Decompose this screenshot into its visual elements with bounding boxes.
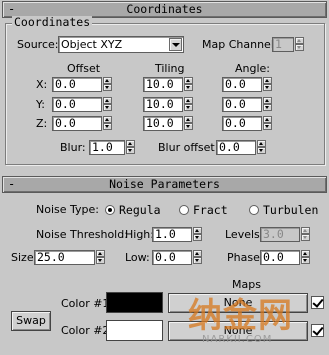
size-field[interactable]: 25.0 [34,250,95,265]
blur-offset-label: Blur offset: [158,141,219,154]
angle-y-spinner[interactable] [263,97,272,112]
offset-y-field[interactable]: 0.0 [52,97,102,112]
low-label: Low: [125,251,150,264]
tiling-x-spinner[interactable] [184,77,193,92]
noise-type-label: Noise Type: [36,203,99,216]
color2-swatch[interactable] [106,320,163,341]
source-dropdown[interactable]: Object XYZ [58,36,184,53]
source-label: Source: [17,38,59,51]
blur-label: Blur: [60,141,86,154]
offset-z-spinner[interactable] [103,116,112,131]
blur-offset-spinner[interactable] [257,140,266,155]
angle-x-spinner[interactable] [263,77,272,92]
angle-y-field[interactable]: 0.0 [222,97,262,112]
levels-field[interactable]: 3.0 [260,227,300,242]
angle-z-spinner[interactable] [263,116,272,131]
offset-z-field[interactable]: 0.0 [52,116,102,131]
size-spinner[interactable] [96,250,105,265]
levels-label: Levels: [225,228,264,241]
noise-type-turbulence-label[interactable]: Turbulen [263,203,318,217]
tiling-x-field[interactable]: 10.0 [143,77,183,92]
swap-button[interactable]: Swap [11,311,51,331]
phase-label: Phase: [227,251,264,264]
low-field[interactable]: 0.0 [152,250,192,265]
noise-type-regular-radio[interactable] [105,205,115,215]
noise-parameters-rollout-header[interactable]: - Noise Parameters [2,176,327,193]
tiling-column-header: Tiling [155,62,185,75]
rollout-title: Noise Parameters [109,177,220,191]
tiling-y-spinner[interactable] [184,97,193,112]
angle-z-field[interactable]: 0.0 [222,116,262,131]
offset-y-spinner[interactable] [103,97,112,112]
color1-label: Color #1 [61,297,110,310]
offset-x-spinner[interactable] [103,77,112,92]
map1-button[interactable]: None [168,293,308,313]
axis-z-label: Z: [36,117,48,130]
phase-spinner[interactable] [301,250,310,265]
source-value: Object XYZ [61,38,123,51]
low-spinner[interactable] [193,250,202,265]
noise-type-fractal-label[interactable]: Fract [193,203,228,217]
noise-threshold-label: Noise Threshold: [36,228,128,241]
color1-swatch[interactable] [106,292,163,313]
map-channel-field[interactable]: 1 [272,37,294,52]
tiling-z-field[interactable]: 10.0 [143,116,183,131]
map2-button[interactable]: None [168,321,308,341]
blur-spinner[interactable] [126,140,135,155]
high-label: High: [125,228,154,241]
map-channel-spinner[interactable] [295,37,304,52]
group-label: Coordinates [12,15,93,29]
offset-column-header: Offset [67,62,101,75]
map1-enable-checkbox[interactable] [311,296,324,309]
axis-x-label: X: [36,78,48,91]
map-channel-label: Map Channel: [202,38,278,51]
map2-enable-checkbox[interactable] [311,324,324,337]
tiling-y-field[interactable]: 10.0 [143,97,183,112]
blur-offset-field[interactable]: 0.0 [216,140,256,155]
levels-spinner[interactable] [301,227,310,242]
noise-type-fractal-radio[interactable] [179,205,189,215]
phase-field[interactable]: 0.0 [260,250,300,265]
angle-column-header: Angle: [235,62,271,75]
tiling-z-spinner[interactable] [184,116,193,131]
chevron-down-icon[interactable] [169,38,182,51]
noise-type-regular-label[interactable]: Regula [119,203,161,217]
high-spinner[interactable] [193,227,202,242]
offset-x-field[interactable]: 0.0 [52,77,102,92]
maps-label: Maps [232,278,261,291]
color2-label: Color #2 [61,324,110,337]
noise-type-turbulence-radio[interactable] [249,205,259,215]
high-field[interactable]: 1.0 [152,227,192,242]
angle-x-field[interactable]: 0.0 [222,77,262,92]
axis-y-label: Y: [36,98,45,111]
blur-field[interactable]: 1.0 [89,140,125,155]
